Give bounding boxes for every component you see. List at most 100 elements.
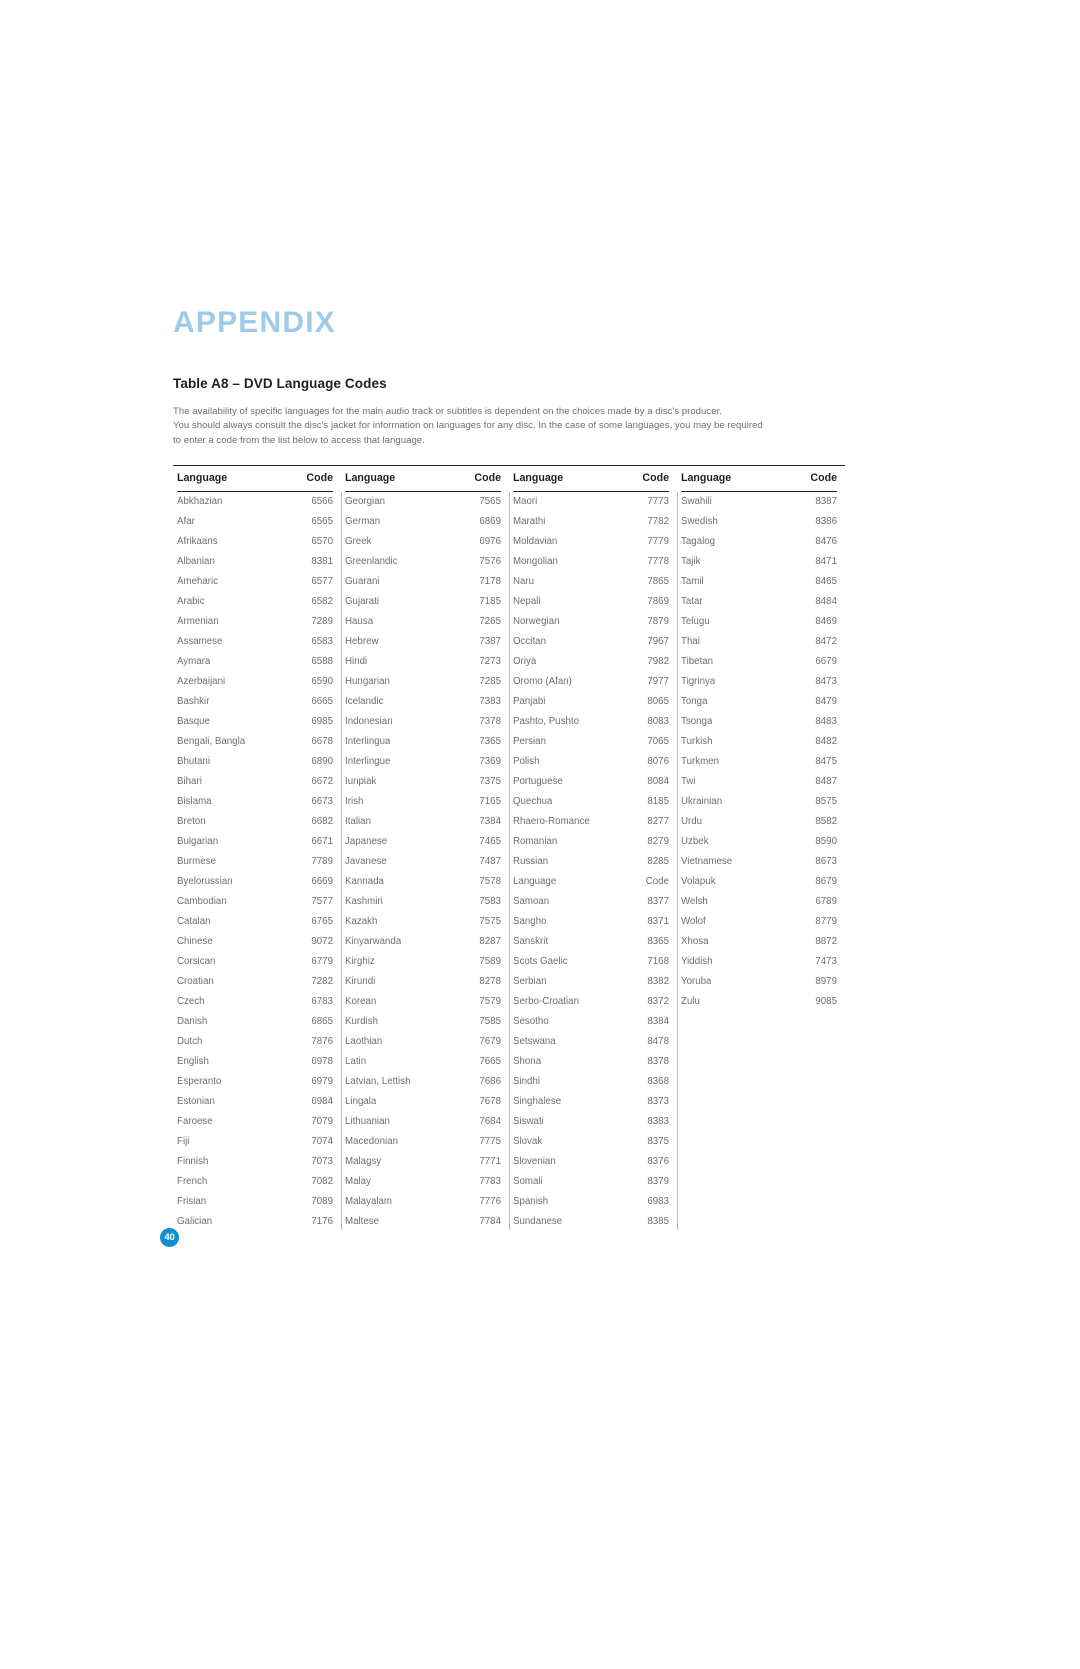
table-row: Zulu 9085: [681, 992, 837, 1012]
language-code: 6890: [311, 756, 333, 768]
language-code: 7387: [479, 636, 501, 648]
language-code: 6566: [311, 496, 333, 508]
table-row: Chinese 9072: [177, 932, 333, 952]
table-header-row: Language Code: [177, 466, 333, 493]
table-row: Ukrainian 8575: [681, 792, 837, 812]
table-row: Lingala 7678: [345, 1092, 501, 1112]
language-code: 7977: [647, 676, 669, 688]
language-name: Galician: [177, 1216, 213, 1228]
language-name: Slovak: [513, 1136, 543, 1148]
table-row: Assamese 6583: [177, 632, 333, 652]
table-row: Aymara 6588: [177, 652, 333, 672]
table-row: Italian 7384: [345, 812, 501, 832]
table-row: Bengali, Bangla 6678: [177, 732, 333, 752]
table-row: Finnish 7073: [177, 1152, 333, 1172]
language-code: 7082: [311, 1176, 333, 1188]
table-row: Faroese 7079: [177, 1112, 333, 1132]
language-code: 7265: [479, 616, 501, 628]
table-row: Icelandic 7383: [345, 692, 501, 712]
table-row: Hungarian 7285: [345, 672, 501, 692]
language-name: Marathi: [513, 516, 546, 528]
language-name: Catalan: [177, 916, 211, 928]
language-code: 7579: [479, 996, 501, 1008]
language-code: 7578: [479, 876, 501, 888]
table-row: Basque 6985: [177, 712, 333, 732]
language-code: 7375: [479, 776, 501, 788]
language-code: 8482: [815, 736, 837, 748]
language-code: 7783: [479, 1176, 501, 1188]
language-code: 7065: [647, 736, 669, 748]
table-row: Sindhi 8368: [513, 1072, 669, 1092]
table-row: Yiddish 7473: [681, 952, 837, 972]
table-row: Javanese 7487: [345, 852, 501, 872]
language-code: 6869: [479, 516, 501, 528]
language-name: Azerbaijani: [177, 676, 226, 688]
table-row: Hebrew 7387: [345, 632, 501, 652]
language-name: Maltese: [345, 1216, 380, 1228]
language-code: 7384: [479, 816, 501, 828]
language-name: Sangho: [513, 916, 547, 928]
language-code: 8484: [815, 596, 837, 608]
table-row: Interlingua 7365: [345, 732, 501, 752]
language-name: Bislama: [177, 796, 212, 808]
language-name: Tonga: [681, 696, 708, 708]
table-row: Oriya 7982: [513, 652, 669, 672]
language-code: 6582: [311, 596, 333, 608]
table-row: Turkish 8482: [681, 732, 837, 752]
language-name: Tigrinya: [681, 676, 716, 688]
language-name: Greek: [345, 536, 372, 548]
table-row: Moldavian 7779: [513, 532, 669, 552]
page-title: APPENDIX: [173, 306, 336, 339]
language-name: Kazakh: [345, 916, 378, 928]
language-name: Vietnamese: [681, 856, 733, 868]
table-row: Ameharic 6577: [177, 572, 333, 592]
table-row: Shona 8378: [513, 1052, 669, 1072]
language-name: Zulu: [681, 996, 700, 1008]
language-name: Panjabi: [513, 696, 546, 708]
language-name: Breton: [177, 816, 206, 828]
language-name: Yoruba: [681, 976, 712, 988]
language-code: 6865: [311, 1016, 333, 1028]
table-row: Occitan 7967: [513, 632, 669, 652]
table-row: Malagsy 7771: [345, 1152, 501, 1172]
table-row: Persian 7065: [513, 732, 669, 752]
table-row: Kirundi 8278: [345, 972, 501, 992]
language-code: 7876: [311, 1036, 333, 1048]
language-code: 6588: [311, 656, 333, 668]
language-code: 7577: [311, 896, 333, 908]
language-name: Czech: [177, 996, 205, 1008]
language-name: German: [345, 516, 381, 528]
table-row: Korean 7579: [345, 992, 501, 1012]
language-code: 8476: [815, 536, 837, 548]
table-row: Abkhazian 6566: [177, 492, 333, 512]
table-row: Portuguese 8084: [513, 772, 669, 792]
language-name: Twi: [681, 776, 696, 788]
table-row: Malayalam 7776: [345, 1192, 501, 1212]
table-header-row: Language Code: [681, 466, 837, 493]
language-code: 7369: [479, 756, 501, 768]
table-row: Welsh 6789: [681, 892, 837, 912]
table-row: Hausa 7265: [345, 612, 501, 632]
table-row: Kashmiri 7583: [345, 892, 501, 912]
language-name: Moldavian: [513, 536, 558, 548]
language-name: Irish: [345, 796, 364, 808]
language-name: Malay: [345, 1176, 371, 1188]
language-name: Hausa: [345, 616, 374, 628]
language-code: 6671: [311, 836, 333, 848]
language-code: 7679: [479, 1036, 501, 1048]
table-column-3: Language Code Maori 7773 Marathi 7782 Moldavia…: [509, 466, 677, 1232]
table-row: Naru 7865: [513, 572, 669, 592]
language-code: 8473: [815, 676, 837, 688]
language-name: Burmese: [177, 856, 216, 868]
table-row: French 7082: [177, 1172, 333, 1192]
language-name: Serbian: [513, 976, 547, 988]
language-name: Tatar: [681, 596, 703, 608]
language-name: Occitan: [513, 636, 546, 648]
language-code: 7285: [479, 676, 501, 688]
language-code: 8278: [479, 976, 501, 988]
language-name: Esperanto: [177, 1076, 222, 1088]
table-row: Samoan 8377: [513, 892, 669, 912]
language-name: Samoan: [513, 896, 550, 908]
language-name: Lingala: [345, 1096, 377, 1108]
language-name: Serbo-Croatian: [513, 996, 579, 1008]
